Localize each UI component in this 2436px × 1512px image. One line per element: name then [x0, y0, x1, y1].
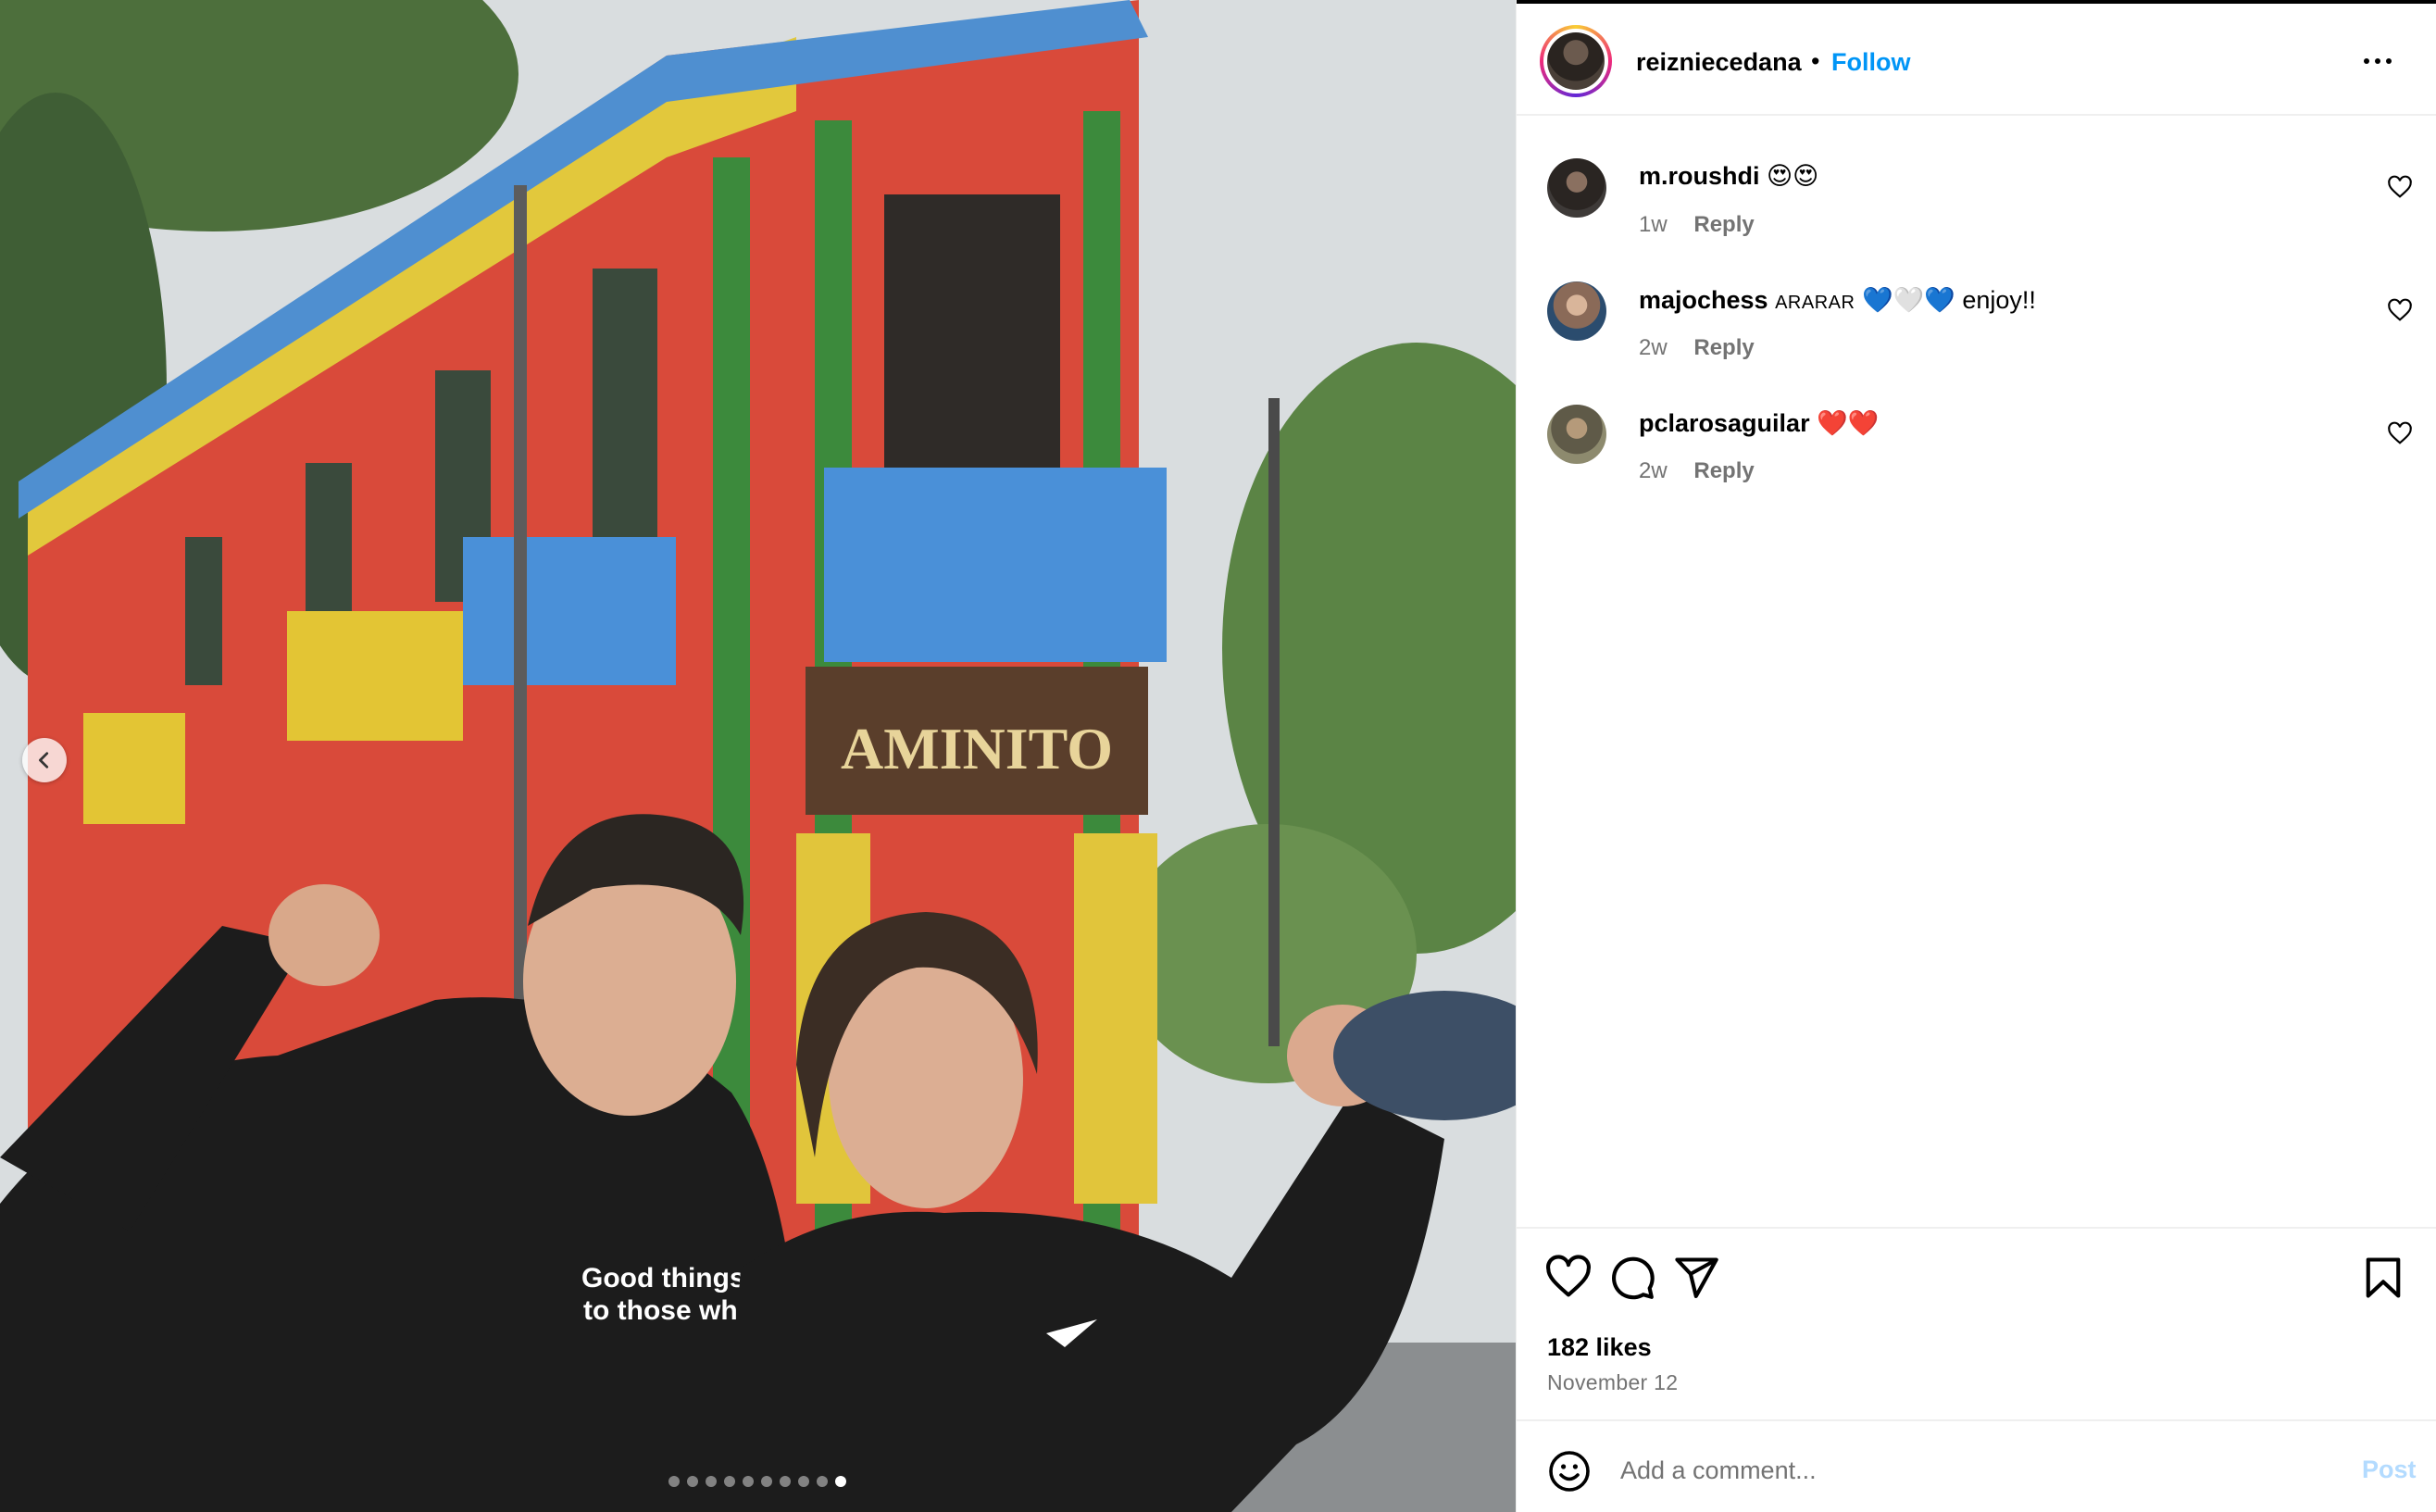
post-header: reizniecedana • Follow — [1517, 4, 2436, 116]
commenter-avatar[interactable] — [1547, 405, 1606, 464]
more-icon — [2364, 58, 2369, 64]
comment-input[interactable] — [1620, 1442, 2268, 1499]
comment-composer: Post — [1517, 1419, 2436, 1512]
comment-meta: 2w Reply — [1639, 458, 1755, 484]
header-separator: • — [1811, 47, 1820, 75]
commenter-avatar[interactable] — [1547, 281, 1606, 341]
carousel-dot — [687, 1476, 698, 1487]
bookmark-icon[interactable] — [2359, 1254, 2407, 1302]
commenter-username[interactable]: pclarosaguilar — [1639, 409, 1810, 437]
carousel-indicator — [668, 1476, 846, 1487]
share-icon[interactable] — [1672, 1254, 1720, 1302]
svg-text:AMINITO: AMINITO — [841, 716, 1113, 781]
reply-button[interactable]: Reply — [1693, 212, 1754, 237]
more-icon-dot — [2386, 58, 2392, 64]
comment-meta: 1w Reply — [1639, 212, 1755, 238]
comment-meta: 2w Reply — [1639, 335, 1755, 361]
carousel-dot — [668, 1476, 680, 1487]
comment-body: m.roushdi 😍😍 — [1639, 162, 1818, 191]
author-username[interactable]: reizniecedana — [1636, 48, 1802, 77]
comment-text: 💙🤍💙 enjoy!! — [1861, 286, 2036, 314]
carousel-dot — [724, 1476, 735, 1487]
commenter-extra: ARARAR — [1775, 293, 1855, 313]
comment-heart-icon[interactable] — [2387, 298, 2413, 324]
heart-icon[interactable] — [1544, 1254, 1593, 1302]
author-avatar-image — [1547, 32, 1605, 90]
comment-text: 😍😍 — [1767, 162, 1819, 190]
comment-time: 2w — [1639, 335, 1668, 360]
reply-button[interactable]: Reply — [1693, 458, 1754, 483]
comment-item: majochess ARARAR 💙🤍💙 enjoy!! 2w Reply — [1517, 239, 2436, 360]
author-avatar[interactable] — [1540, 25, 1612, 97]
comment-item: pclarosaguilar ❤️❤️ 2w Reply — [1517, 362, 2436, 483]
carousel-dot — [780, 1476, 791, 1487]
commenter-username[interactable]: majochess — [1639, 286, 1768, 314]
carousel-dot — [817, 1476, 828, 1487]
carousel-dot — [743, 1476, 754, 1487]
commenter-username[interactable]: m.roushdi — [1639, 162, 1760, 190]
post-actions: 182 likes November 12 — [1517, 1227, 2436, 1421]
post-button[interactable]: Post — [2362, 1456, 2417, 1484]
comment-time: 1w — [1639, 212, 1668, 237]
comment-text: ❤️❤️ — [1817, 409, 1880, 437]
emoji-icon[interactable] — [1547, 1449, 1592, 1493]
comment-heart-icon[interactable] — [2387, 175, 2413, 201]
reply-button[interactable]: Reply — [1693, 335, 1754, 360]
post-side-panel: reizniecedana • Follow m.roushdi 😍😍 1w R… — [1516, 0, 2436, 1512]
comment-item: m.roushdi 😍😍 1w Reply — [1517, 116, 2436, 237]
more-icon-dot — [2375, 58, 2380, 64]
carousel-dot — [706, 1476, 717, 1487]
likes-count[interactable]: 182 likes — [1547, 1333, 1652, 1362]
comment-body: pclarosaguilar ❤️❤️ — [1639, 408, 1879, 438]
comment-icon[interactable] — [1608, 1254, 1656, 1302]
follow-button[interactable]: Follow — [1831, 48, 1910, 77]
carousel-prev-button[interactable] — [22, 738, 67, 782]
more-options-button[interactable] — [2350, 43, 2405, 80]
post-photo[interactable]: AMINITO Good things come to those who pr… — [0, 0, 1516, 1512]
photo-image: AMINITO Good things come to those who pr… — [0, 0, 1516, 1512]
carousel-dot — [798, 1476, 809, 1487]
comment-body: majochess ARARAR 💙🤍💙 enjoy!! — [1639, 285, 2036, 315]
comment-time: 2w — [1639, 458, 1668, 483]
chevron-left-icon — [39, 752, 49, 768]
carousel-dot — [761, 1476, 772, 1487]
carousel-dot — [835, 1476, 846, 1487]
comment-heart-icon[interactable] — [2387, 421, 2413, 447]
post-date[interactable]: November 12 — [1547, 1370, 1678, 1395]
commenter-avatar[interactable] — [1547, 158, 1606, 218]
